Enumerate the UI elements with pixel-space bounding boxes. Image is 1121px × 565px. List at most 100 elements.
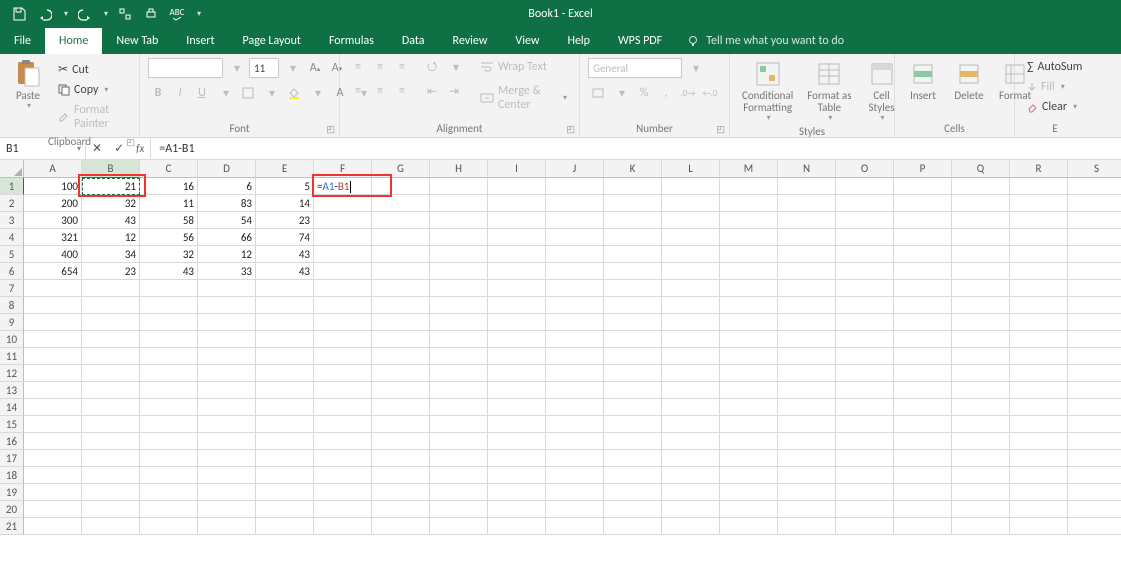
tab-review[interactable]: Review <box>439 28 502 54</box>
border-icon[interactable] <box>238 84 258 102</box>
cell[interactable] <box>198 433 256 450</box>
cell[interactable] <box>662 416 720 433</box>
save-icon[interactable] <box>8 3 30 25</box>
tab-home[interactable]: Home <box>45 28 102 54</box>
cell[interactable] <box>488 229 546 246</box>
cell[interactable] <box>778 416 836 433</box>
cell[interactable] <box>82 348 140 365</box>
cell[interactable] <box>778 280 836 297</box>
cell[interactable] <box>372 280 430 297</box>
cell[interactable] <box>488 246 546 263</box>
cell[interactable] <box>1068 484 1121 501</box>
cell[interactable] <box>720 518 778 535</box>
cell[interactable] <box>314 382 372 399</box>
cell[interactable] <box>140 365 198 382</box>
cell[interactable] <box>894 416 952 433</box>
chevron-down-icon[interactable]: ▾ <box>216 84 236 102</box>
cell[interactable] <box>372 518 430 535</box>
tab-help[interactable]: Help <box>553 28 604 54</box>
cell[interactable] <box>372 501 430 518</box>
cell[interactable] <box>140 331 198 348</box>
cell[interactable] <box>1068 416 1121 433</box>
cell[interactable] <box>1068 450 1121 467</box>
cell[interactable]: 23 <box>82 263 140 280</box>
cell[interactable] <box>372 450 430 467</box>
cell[interactable] <box>430 246 488 263</box>
cell[interactable] <box>198 501 256 518</box>
cell[interactable] <box>314 280 372 297</box>
row-header[interactable]: 9 <box>0 314 24 331</box>
cell[interactable] <box>488 331 546 348</box>
cell[interactable] <box>778 297 836 314</box>
cell[interactable] <box>836 280 894 297</box>
cell[interactable] <box>314 331 372 348</box>
column-header[interactable]: A <box>24 160 82 178</box>
cell[interactable] <box>256 433 314 450</box>
cell[interactable]: 21 <box>82 178 140 195</box>
undo-dropdown-icon[interactable]: ▾ <box>62 3 70 25</box>
cell[interactable] <box>546 331 604 348</box>
column-header[interactable]: M <box>720 160 778 178</box>
cell[interactable] <box>1010 280 1068 297</box>
cell[interactable] <box>314 433 372 450</box>
cell[interactable] <box>1068 195 1121 212</box>
cell[interactable] <box>894 433 952 450</box>
cell[interactable]: 33 <box>198 263 256 280</box>
cell[interactable] <box>140 280 198 297</box>
cell[interactable] <box>778 365 836 382</box>
cell[interactable] <box>546 501 604 518</box>
cell[interactable] <box>198 484 256 501</box>
bold-button[interactable]: B <box>148 84 168 102</box>
cell[interactable]: 12 <box>82 229 140 246</box>
cell[interactable] <box>662 314 720 331</box>
decrease-decimal-icon[interactable]: ←.0 <box>700 84 720 102</box>
cell[interactable] <box>778 501 836 518</box>
copy-button[interactable]: Copy▾ <box>54 81 131 99</box>
cell[interactable] <box>1010 433 1068 450</box>
cell[interactable] <box>952 280 1010 297</box>
cell[interactable] <box>82 433 140 450</box>
cell[interactable] <box>952 399 1010 416</box>
cell[interactable] <box>894 280 952 297</box>
paste-button[interactable]: Paste ▾ <box>8 58 48 111</box>
percent-icon[interactable]: % <box>634 84 654 102</box>
cell[interactable] <box>82 280 140 297</box>
cell[interactable] <box>662 484 720 501</box>
cell[interactable] <box>488 263 546 280</box>
column-header[interactable]: L <box>662 160 720 178</box>
cell[interactable] <box>1010 178 1068 195</box>
cell[interactable] <box>836 382 894 399</box>
increase-decimal-icon[interactable]: .0→ <box>678 84 698 102</box>
cell[interactable] <box>1068 365 1121 382</box>
cell[interactable] <box>894 314 952 331</box>
cell[interactable] <box>198 348 256 365</box>
cell[interactable] <box>720 365 778 382</box>
cell[interactable] <box>720 263 778 280</box>
cell[interactable] <box>488 348 546 365</box>
column-header[interactable]: I <box>488 160 546 178</box>
cell[interactable] <box>662 399 720 416</box>
cell[interactable] <box>488 399 546 416</box>
cell[interactable] <box>720 331 778 348</box>
cut-button[interactable]: ✂Cut <box>54 60 131 79</box>
cell[interactable] <box>1068 433 1121 450</box>
cell[interactable] <box>894 246 952 263</box>
cell[interactable] <box>372 246 430 263</box>
cell[interactable] <box>546 450 604 467</box>
cell[interactable] <box>198 331 256 348</box>
cell[interactable] <box>778 348 836 365</box>
cell[interactable] <box>836 450 894 467</box>
cell[interactable] <box>1068 399 1121 416</box>
cell[interactable] <box>430 450 488 467</box>
cell[interactable] <box>662 382 720 399</box>
dialog-launcher-icon[interactable]: ◰ <box>716 124 725 135</box>
cell[interactable] <box>778 212 836 229</box>
row-header[interactable]: 3 <box>0 212 24 229</box>
cell[interactable] <box>430 501 488 518</box>
cell[interactable] <box>778 518 836 535</box>
row-header[interactable]: 19 <box>0 484 24 501</box>
cell[interactable] <box>546 399 604 416</box>
cell[interactable] <box>662 280 720 297</box>
cell[interactable] <box>952 229 1010 246</box>
cell[interactable] <box>952 467 1010 484</box>
